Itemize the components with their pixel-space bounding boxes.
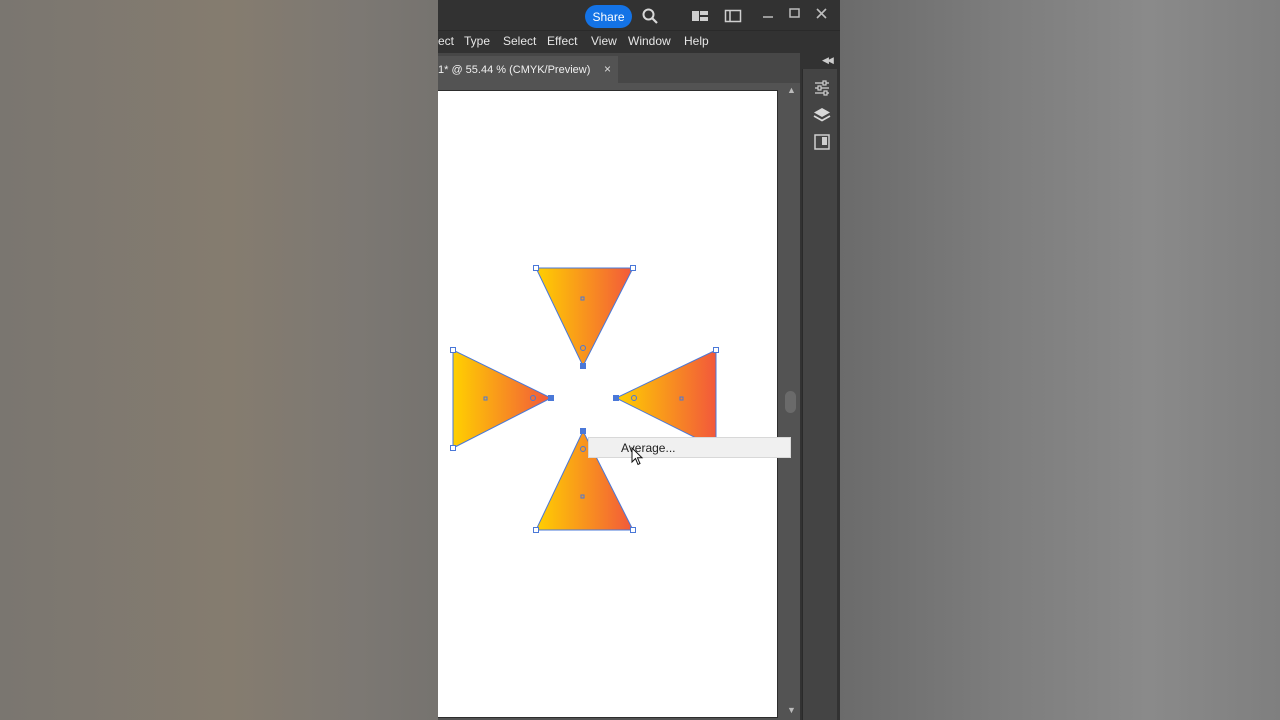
collapse-panels-icon[interactable]: ◀◀ [822,55,834,66]
workspace-switcher-icon[interactable] [724,7,742,25]
anchor-point[interactable] [548,395,554,401]
libraries-icon[interactable] [813,133,831,151]
anchor-point[interactable] [580,428,586,434]
menu-window[interactable]: Window [628,34,671,48]
anchor-point[interactable] [630,527,636,533]
title-bar: Share [438,0,840,30]
context-menu-item-average[interactable]: Average... [621,441,675,455]
menu-effect[interactable]: Effect [547,34,577,48]
blurred-background-right [840,0,1280,720]
anchor-point[interactable] [450,445,456,451]
anchor-point[interactable] [630,265,636,271]
menu-view[interactable]: View [591,34,617,48]
menu-select[interactable]: Select [503,34,536,48]
anchor-point[interactable] [450,347,456,353]
search-icon[interactable] [641,7,659,25]
scroll-thumb[interactable] [785,391,796,413]
document-tab-strip: 1* @ 55.44 % (CMYK/Preview) × [438,53,800,83]
arrange-documents-icon[interactable] [691,7,709,25]
right-panel-dock: ◀◀ [800,53,840,720]
anchor-point[interactable] [613,395,619,401]
anchor-point[interactable] [533,265,539,271]
menu-type[interactable]: Type [464,34,490,48]
maximize-icon[interactable] [785,7,803,25]
share-button[interactable]: Share [585,5,632,28]
anchor-point[interactable] [533,527,539,533]
tab-close-button[interactable]: × [604,62,611,76]
document-tab-label: 1* @ 55.44 % (CMYK/Preview) [438,64,591,76]
scroll-up-icon[interactable]: ▲ [787,85,796,95]
document-tab[interactable]: 1* @ 55.44 % (CMYK/Preview) × [438,56,618,83]
vertical-scrollbar[interactable]: ▲ ▼ [782,83,800,720]
context-menu: Average... [588,437,791,458]
menu-bar: ect Type Select Effect View Window Help [438,30,840,53]
close-icon[interactable] [813,7,831,25]
illustrator-window: Share ect Type Select Effect View Window… [438,0,840,720]
properties-icon[interactable] [813,79,831,97]
panel-icon-column [802,69,837,720]
minimize-icon[interactable] [759,7,777,25]
cursor-arrow-icon [631,447,644,466]
anchor-point[interactable] [713,347,719,353]
menu-help[interactable]: Help [684,34,709,48]
scroll-down-icon[interactable]: ▼ [787,705,796,715]
anchor-point[interactable] [580,363,586,369]
layers-icon[interactable] [813,106,831,124]
menu-object[interactable]: ect [438,34,454,48]
